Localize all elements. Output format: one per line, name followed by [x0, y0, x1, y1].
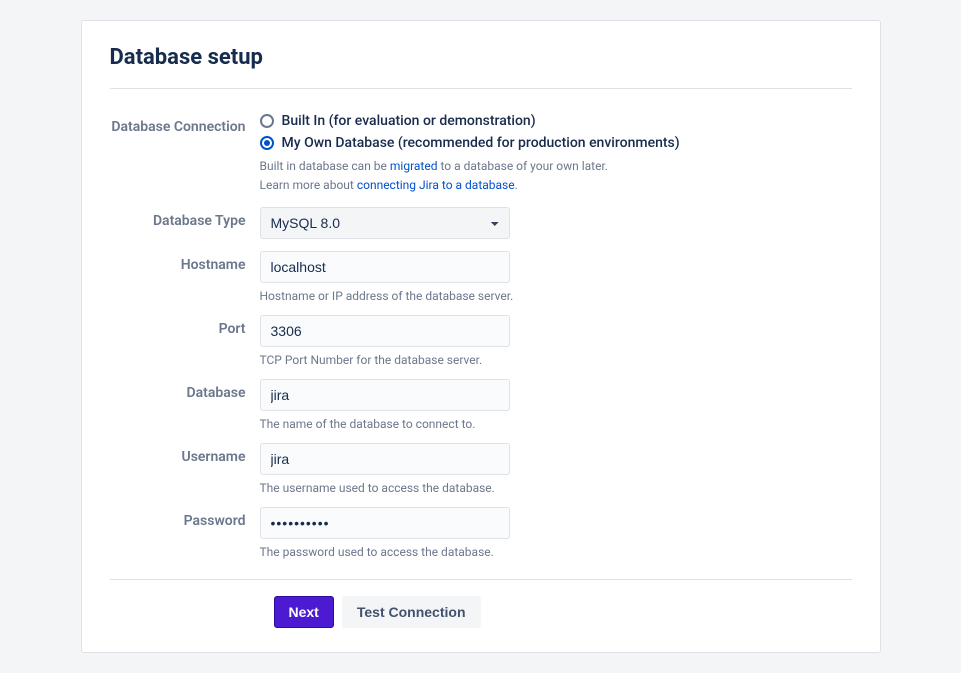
hostname-helper: Hostname or IP address of the database s… — [260, 289, 700, 303]
connection-helper-1: Built in database can be migrated to a d… — [260, 157, 700, 176]
row-hostname: Hostname Hostname or IP address of the d… — [110, 251, 852, 303]
database-type-select[interactable]: MySQL 8.0 — [260, 207, 510, 239]
password-input[interactable] — [260, 507, 510, 539]
label-hostname: Hostname — [110, 251, 260, 273]
row-password: Password The password used to access the… — [110, 507, 852, 559]
field-database-type: MySQL 8.0 — [260, 207, 700, 239]
label-database-type: Database Type — [110, 207, 260, 229]
radio-own-label: My Own Database (recommended for product… — [282, 135, 680, 151]
username-input[interactable] — [260, 443, 510, 475]
setup-card: Database setup Database Connection Built… — [81, 20, 881, 653]
port-helper: TCP Port Number for the database server. — [260, 353, 700, 367]
field-hostname: Hostname or IP address of the database s… — [260, 251, 700, 303]
label-password: Password — [110, 507, 260, 529]
radio-own-icon[interactable] — [260, 136, 274, 150]
field-database-connection: Built In (for evaluation or demonstratio… — [260, 113, 700, 195]
database-input[interactable] — [260, 379, 510, 411]
next-button[interactable]: Next — [274, 596, 334, 628]
label-database-connection: Database Connection — [110, 113, 260, 135]
radio-option-own[interactable]: My Own Database (recommended for product… — [260, 135, 700, 151]
field-database: The name of the database to connect to. — [260, 379, 700, 431]
field-password: The password used to access the database… — [260, 507, 700, 559]
label-port: Port — [110, 315, 260, 337]
username-helper: The username used to access the database… — [260, 481, 700, 495]
connecting-jira-link[interactable]: connecting Jira to a database — [357, 178, 515, 192]
test-connection-button[interactable]: Test Connection — [342, 596, 481, 628]
page-title: Database setup — [110, 45, 852, 70]
field-port: TCP Port Number for the database server. — [260, 315, 700, 367]
radio-builtin-icon[interactable] — [260, 114, 274, 128]
radio-option-builtin[interactable]: Built In (for evaluation or demonstratio… — [260, 113, 700, 129]
row-port: Port TCP Port Number for the database se… — [110, 315, 852, 367]
button-row: Next Test Connection — [110, 579, 852, 628]
label-username: Username — [110, 443, 260, 465]
migrated-link[interactable]: migrated — [390, 159, 438, 173]
hostname-input[interactable] — [260, 251, 510, 283]
password-helper: The password used to access the database… — [260, 545, 700, 559]
connection-helper-2: Learn more about connecting Jira to a da… — [260, 176, 700, 195]
divider — [110, 88, 852, 89]
port-input[interactable] — [260, 315, 510, 347]
row-database: Database The name of the database to con… — [110, 379, 852, 431]
database-helper: The name of the database to connect to. — [260, 417, 700, 431]
radio-builtin-label: Built In (for evaluation or demonstratio… — [282, 113, 536, 129]
row-database-type: Database Type MySQL 8.0 — [110, 207, 852, 239]
label-database: Database — [110, 379, 260, 401]
row-database-connection: Database Connection Built In (for evalua… — [110, 113, 852, 195]
row-username: Username The username used to access the… — [110, 443, 852, 495]
field-username: The username used to access the database… — [260, 443, 700, 495]
